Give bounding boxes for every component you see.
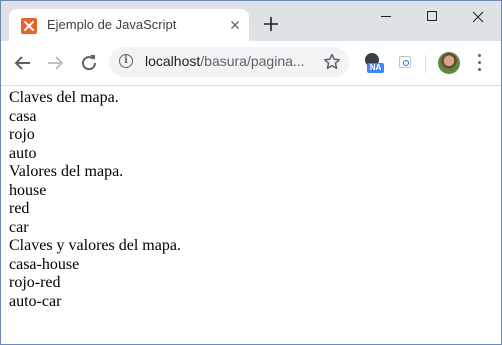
minimize-button[interactable] xyxy=(363,1,409,33)
xampp-icon xyxy=(21,18,37,34)
browser-toolbar: i localhost/basura/pagina... NA xyxy=(1,41,501,86)
close-tab-icon[interactable] xyxy=(227,17,243,33)
text-line: red xyxy=(9,200,30,217)
page-content: Claves del mapa. casa rojo auto Valores … xyxy=(1,86,501,344)
bookmark-star-icon[interactable] xyxy=(322,52,342,72)
text-line: rojo xyxy=(9,126,35,143)
extension-badge: NA xyxy=(367,63,384,73)
url-text[interactable]: localhost/basura/pagina... xyxy=(145,53,305,69)
text-line: auto-car xyxy=(9,292,62,310)
text-line: Claves y valores del mapa. xyxy=(9,237,181,254)
text-line: auto xyxy=(9,144,37,162)
tab-title: Ejemplo de JavaScript xyxy=(47,17,177,32)
profile-avatar[interactable] xyxy=(438,52,460,74)
text-line: rojo-red xyxy=(9,274,61,291)
maximize-button[interactable] xyxy=(409,1,455,33)
tab-active[interactable]: Ejemplo de JavaScript xyxy=(9,9,249,41)
tab-strip: Ejemplo de JavaScript xyxy=(1,1,501,41)
more-menu-icon[interactable] xyxy=(474,54,484,72)
info-icon[interactable]: i xyxy=(119,54,133,68)
browser-window: Ejemplo de JavaScript i localhost/basura… xyxy=(0,0,502,345)
back-arrow-icon[interactable] xyxy=(11,51,35,75)
address-bar[interactable]: i localhost/basura/pagina... xyxy=(109,47,349,77)
url-host: localhost xyxy=(145,53,201,69)
url-path: /basura/pagina... xyxy=(200,53,305,69)
text-line: Valores del mapa. xyxy=(9,163,124,180)
extension-search-icon[interactable] xyxy=(399,56,411,68)
text-line: Claves del mapa. xyxy=(9,89,119,106)
extension-icon[interactable]: NA xyxy=(363,53,385,75)
output-lines: Claves del mapa. casa rojo auto Valores … xyxy=(9,89,181,311)
text-line: casa-house xyxy=(9,255,80,273)
text-line: car xyxy=(9,218,29,236)
text-line: casa xyxy=(9,107,37,125)
reload-icon[interactable] xyxy=(77,51,101,75)
new-tab-button[interactable] xyxy=(260,13,282,35)
close-window-button[interactable] xyxy=(455,1,501,33)
forward-arrow-icon[interactable] xyxy=(43,51,67,75)
toolbar-divider xyxy=(425,55,426,73)
text-line: house xyxy=(9,181,47,199)
